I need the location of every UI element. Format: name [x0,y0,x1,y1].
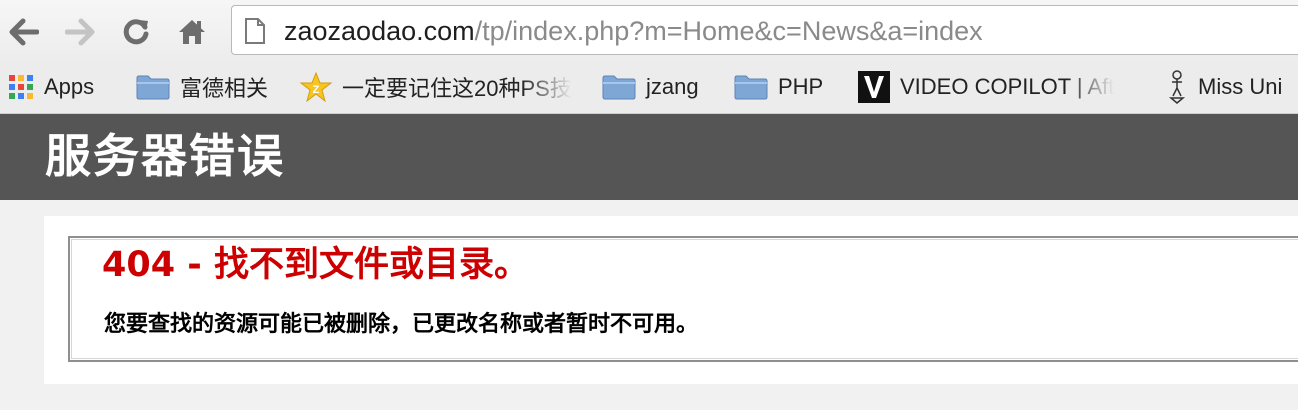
video-copilot-icon [858,71,890,103]
page-title: 服务器错误 [45,129,285,183]
address-bar[interactable]: zaozaodao.com/tp/index.php?m=Home&c=News… [231,5,1298,55]
bookmark-video-copilot[interactable]: VIDEO COPILOT | Aft [858,64,1114,110]
bookmark-label: VIDEO COPILOT | Aft [900,74,1115,99]
url-path: /tp/index.php?m=Home&c=News&a=index [474,16,983,46]
figure-icon [1166,70,1188,104]
bookmark-label: 一定要记住这20种PS技 [342,76,572,101]
page-icon [244,18,266,49]
bookmark-label: Apps [44,74,95,99]
reload-button[interactable] [118,14,154,50]
url-domain: zaozaodao.com [284,16,475,46]
home-icon [179,20,205,44]
reload-icon [123,19,149,45]
bookmark-label: PHP [778,74,824,99]
bookmark-php[interactable]: PHP [734,64,823,110]
folder-icon [734,74,768,100]
apps-grid-icon [8,74,34,100]
error-title: 404 - 找不到文件或目录。 [102,245,529,285]
browser-toolbar: zaozaodao.com/tp/index.php?m=Home&c=News… [0,0,1298,64]
svg-text:Z: Z [313,84,320,96]
bookmark-jzang[interactable]: jzang [602,64,699,110]
bookmark-ps-tips[interactable]: Z 一定要记住这20种PS技 [300,64,572,110]
url-text[interactable]: zaozaodao.com/tp/index.php?m=Home&c=News… [284,16,983,46]
bookmark-miss-uni[interactable]: Miss Uni [1166,64,1282,110]
back-button[interactable] [6,14,42,50]
bookmark-apps[interactable]: Apps [8,64,94,110]
folder-icon [602,74,636,100]
bookmark-fude[interactable]: 富德相关 [136,64,268,110]
bookmark-label: 富德相关 [180,76,269,101]
page-header: 服务器错误 [0,114,1298,200]
bookmarks-bar: Apps 富德相关 Z 一定要记住这20种PS技 jzang PHP VIDEO… [0,64,1298,114]
folder-icon [136,74,170,100]
home-button[interactable] [174,14,210,50]
forward-arrow-icon [65,18,95,46]
star-icon: Z [300,72,332,102]
bookmark-label: jzang [646,74,699,99]
forward-button[interactable] [62,14,98,50]
back-arrow-icon [9,18,39,46]
bookmark-label: Miss Uni [1198,74,1283,99]
error-description: 您要查找的资源可能已被删除，已更改名称或者暂时不可用。 [104,312,699,337]
